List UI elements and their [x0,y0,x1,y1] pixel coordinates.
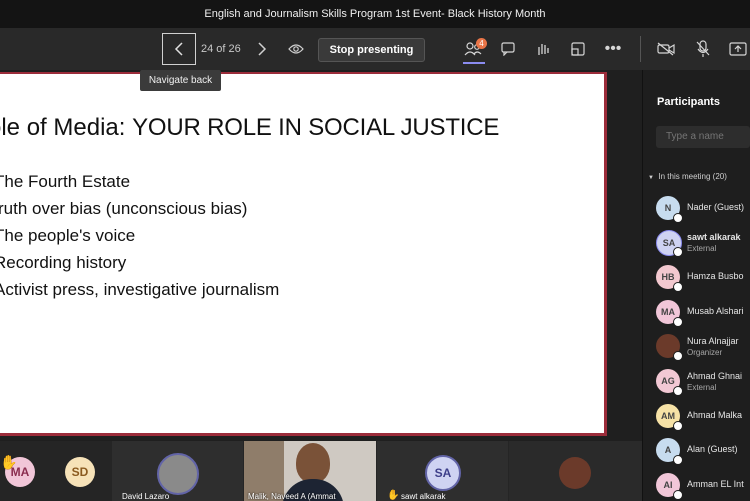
slide-page-counter: 24 of 26 [201,43,241,55]
participant-row[interactable]: AM Ahmad Malka [656,400,750,431]
raised-hand-icon: ✋ [0,454,18,470]
participant-role: Organizer [687,348,723,357]
participant-row[interactable]: A Alan (Guest) [656,434,750,465]
share-icon [729,42,747,56]
shared-slide: ole of Media: YOUR ROLE IN SOCIAL JUSTIC… [0,72,607,436]
presence-status-icon [673,247,683,257]
presenter-face [296,443,330,483]
reactions-button[interactable] [534,41,552,57]
more-icon: ••• [604,40,622,57]
participants-count-badge: 4 [476,38,487,49]
slide-title-main: YOUR ROLE IN SOCIAL JUSTICE [132,114,500,141]
share-content-button[interactable] [728,40,748,58]
participants-panel-title: Participants [657,96,720,108]
slide-bullet: The Fourth Estate [0,172,131,191]
participant-row[interactable]: Nura Alnajjar Organizer [656,330,750,361]
participant-name: sawt alkarak [687,232,741,242]
navigate-forward-button[interactable] [255,40,269,58]
raise-hand-icon [538,44,549,55]
in-meeting-section-header[interactable]: ▼ In this meeting (20) [648,172,727,181]
camera-toggle-button[interactable] [656,40,676,58]
more-actions-button[interactable]: ••• [604,40,622,57]
presence-status-icon [673,213,683,223]
chat-icon [501,42,515,56]
video-tile[interactable] [509,441,642,501]
raised-hand-icon: ✋ [387,490,400,501]
navigate-back-tooltip: Navigate back [140,70,221,91]
participant-name: Ahmad Malka [687,410,743,420]
video-tile-label: Malik, Naveed A (Ammat [248,492,336,501]
participant-name: Hamza Busbo [687,271,744,281]
video-tile-avatar[interactable]: SD [65,457,95,487]
participant-row[interactable]: N Nader (Guest) [656,192,750,223]
active-indicator [463,62,485,64]
participant-row[interactable]: MA Musab Alshari [656,296,750,327]
rooms-icon [571,42,585,56]
video-tile[interactable]: SA ✋ sawt alkarak [377,441,508,501]
window-title-bar: English and Journalism Skills Program 1s… [0,0,750,28]
slide-bullet: The people's voice [0,226,136,245]
participant-row[interactable]: SA sawt alkarak External [656,226,750,257]
participant-name: Musab Alshari [687,306,744,316]
participant-photo [559,457,591,489]
participant-name: Ahmad Ghnai [687,371,743,381]
participant-name: Nader (Guest) [687,202,745,212]
presence-status-icon [673,386,683,396]
slide-bullet: Recording history [0,253,127,272]
video-tile[interactable]: Malik, Naveed A (Ammat [244,441,376,501]
participant-role: External [687,244,717,253]
presence-status-icon [673,282,683,292]
window-title: English and Journalism Skills Program 1s… [204,8,546,20]
participant-search-input[interactable] [656,126,750,148]
chat-button[interactable] [500,41,516,57]
slide-bullet: Activist press, investigative journalism [0,280,280,299]
presence-status-icon [673,351,683,361]
video-tile-label: David Lazaro [122,492,170,501]
participant-row[interactable]: HB Hamza Busbo [656,261,750,292]
video-tile-label: sawt alkarak [401,492,446,501]
slide-title: ole of Media: YOUR ROLE IN SOCIAL JUSTIC… [0,114,499,142]
video-tile[interactable]: David Lazaro [112,441,243,501]
chevron-down-icon: ▼ [648,175,654,181]
in-meeting-count: In this meeting (20) [658,172,727,181]
participant-photo [157,453,199,495]
slide-bullet: ruth over bias (unconscious bias) [0,199,248,218]
stop-presenting-button[interactable]: Stop presenting [318,38,425,62]
chevron-left-icon [174,42,183,56]
toolbar-divider [640,36,641,62]
private-view-button[interactable] [287,41,305,57]
presence-status-icon [673,421,683,431]
camera-off-icon [657,42,675,56]
participant-row[interactable]: AI Amman EL Int [656,469,750,500]
slide-title-prefix: ole of Media: [0,114,133,141]
eye-icon [288,44,304,54]
presence-status-icon [673,317,683,327]
mic-toggle-button[interactable] [694,39,712,59]
participant-name: Nura Alnajjar [687,336,739,346]
video-tile-avatar: SA [425,455,461,491]
participant-row[interactable]: AG Ahmad Ghnai External [656,365,750,396]
chevron-right-icon [258,42,267,56]
participant-name: Amman EL Int [687,479,744,489]
presence-status-icon [673,455,683,465]
participant-name: Alan (Guest) [687,444,738,454]
navigate-back-button[interactable] [162,33,196,65]
participant-role: External [687,383,717,392]
mic-off-icon [696,40,710,57]
breakout-rooms-button[interactable] [570,41,586,57]
presence-status-icon [673,490,683,500]
